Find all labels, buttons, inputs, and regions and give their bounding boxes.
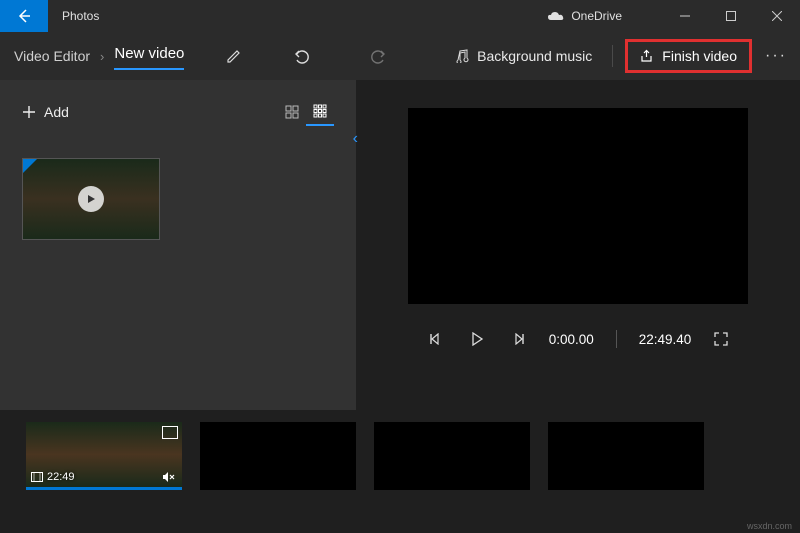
next-frame-button[interactable] xyxy=(507,333,531,345)
selected-corner-icon xyxy=(23,159,37,173)
play-overlay[interactable] xyxy=(78,186,104,212)
plus-icon xyxy=(22,105,36,119)
edit-button[interactable] xyxy=(214,40,254,72)
export-icon xyxy=(640,49,654,63)
breadcrumb-root[interactable]: Video Editor xyxy=(14,48,90,64)
storyboard-slot-empty[interactable] xyxy=(548,422,704,490)
mute-button[interactable] xyxy=(162,471,176,483)
undo-button[interactable] xyxy=(282,40,322,72)
play-icon xyxy=(86,194,96,204)
fullscreen-button[interactable] xyxy=(709,332,733,346)
storyboard-slot-empty[interactable] xyxy=(374,422,530,490)
redo-button[interactable] xyxy=(358,40,398,72)
step-forward-icon xyxy=(512,333,526,345)
watermark: wsxdn.com xyxy=(747,521,792,531)
library-clip[interactable] xyxy=(22,158,160,240)
collapse-library-button[interactable]: ‹ xyxy=(353,130,358,148)
toolbar: Video Editor › New video Background musi… xyxy=(0,32,800,80)
cloud-icon xyxy=(547,10,565,22)
main-area: Add ‹ 0:00.00 22:49.40 xyxy=(0,80,800,410)
divider xyxy=(612,45,613,67)
window-controls xyxy=(662,0,800,32)
playback-controls: 0:00.00 22:49.40 xyxy=(396,330,760,348)
grid-large-button[interactable] xyxy=(278,98,306,126)
library-toolbar: Add xyxy=(22,98,334,126)
project-library: Add ‹ xyxy=(0,80,356,410)
maximize-button[interactable] xyxy=(708,0,754,32)
undo-icon xyxy=(293,48,311,64)
grid-3x3-icon xyxy=(313,104,327,118)
back-button[interactable] xyxy=(0,0,48,32)
app-title: Photos xyxy=(62,9,99,23)
current-time: 0:00.00 xyxy=(549,332,594,347)
close-button[interactable] xyxy=(754,0,800,32)
storyboard: 22:49 xyxy=(0,410,800,510)
total-time: 22:49.40 xyxy=(639,332,692,347)
time-divider xyxy=(616,330,617,348)
play-button[interactable] xyxy=(465,332,489,346)
prev-frame-button[interactable] xyxy=(423,333,447,345)
finish-label: Finish video xyxy=(662,48,737,64)
storyboard-slot-empty[interactable] xyxy=(200,422,356,490)
volume-mute-icon xyxy=(162,471,176,483)
chevron-right-icon: › xyxy=(100,49,104,64)
step-back-icon xyxy=(428,333,442,345)
onedrive-label: OneDrive xyxy=(571,9,622,23)
play-icon xyxy=(470,332,484,346)
grid-2x2-icon xyxy=(285,105,299,119)
music-icon xyxy=(455,49,469,63)
arrow-left-icon xyxy=(16,8,32,24)
redo-icon xyxy=(369,48,387,64)
add-label: Add xyxy=(44,104,69,120)
video-preview[interactable] xyxy=(408,108,748,304)
add-media-button[interactable]: Add xyxy=(22,104,69,120)
preview-area: 0:00.00 22:49.40 xyxy=(356,80,800,410)
bg-music-label: Background music xyxy=(477,48,592,64)
expand-icon xyxy=(714,332,728,346)
background-music-button[interactable]: Background music xyxy=(447,48,600,64)
grid-small-button[interactable] xyxy=(306,98,334,126)
clip-duration: 22:49 xyxy=(47,471,75,483)
pencil-icon xyxy=(226,48,242,64)
minimize-button[interactable] xyxy=(662,0,708,32)
filmstrip-icon xyxy=(31,472,43,482)
project-title[interactable]: New video xyxy=(114,43,184,70)
titlebar: Photos OneDrive xyxy=(0,0,800,32)
clip-duration-badge: 22:49 xyxy=(31,471,75,483)
more-button[interactable]: ··· xyxy=(758,47,794,65)
select-box-icon xyxy=(162,426,178,439)
onedrive-status[interactable]: OneDrive xyxy=(547,9,622,23)
finish-video-button[interactable]: Finish video xyxy=(625,39,752,73)
storyboard-clip-1[interactable]: 22:49 xyxy=(26,422,182,490)
